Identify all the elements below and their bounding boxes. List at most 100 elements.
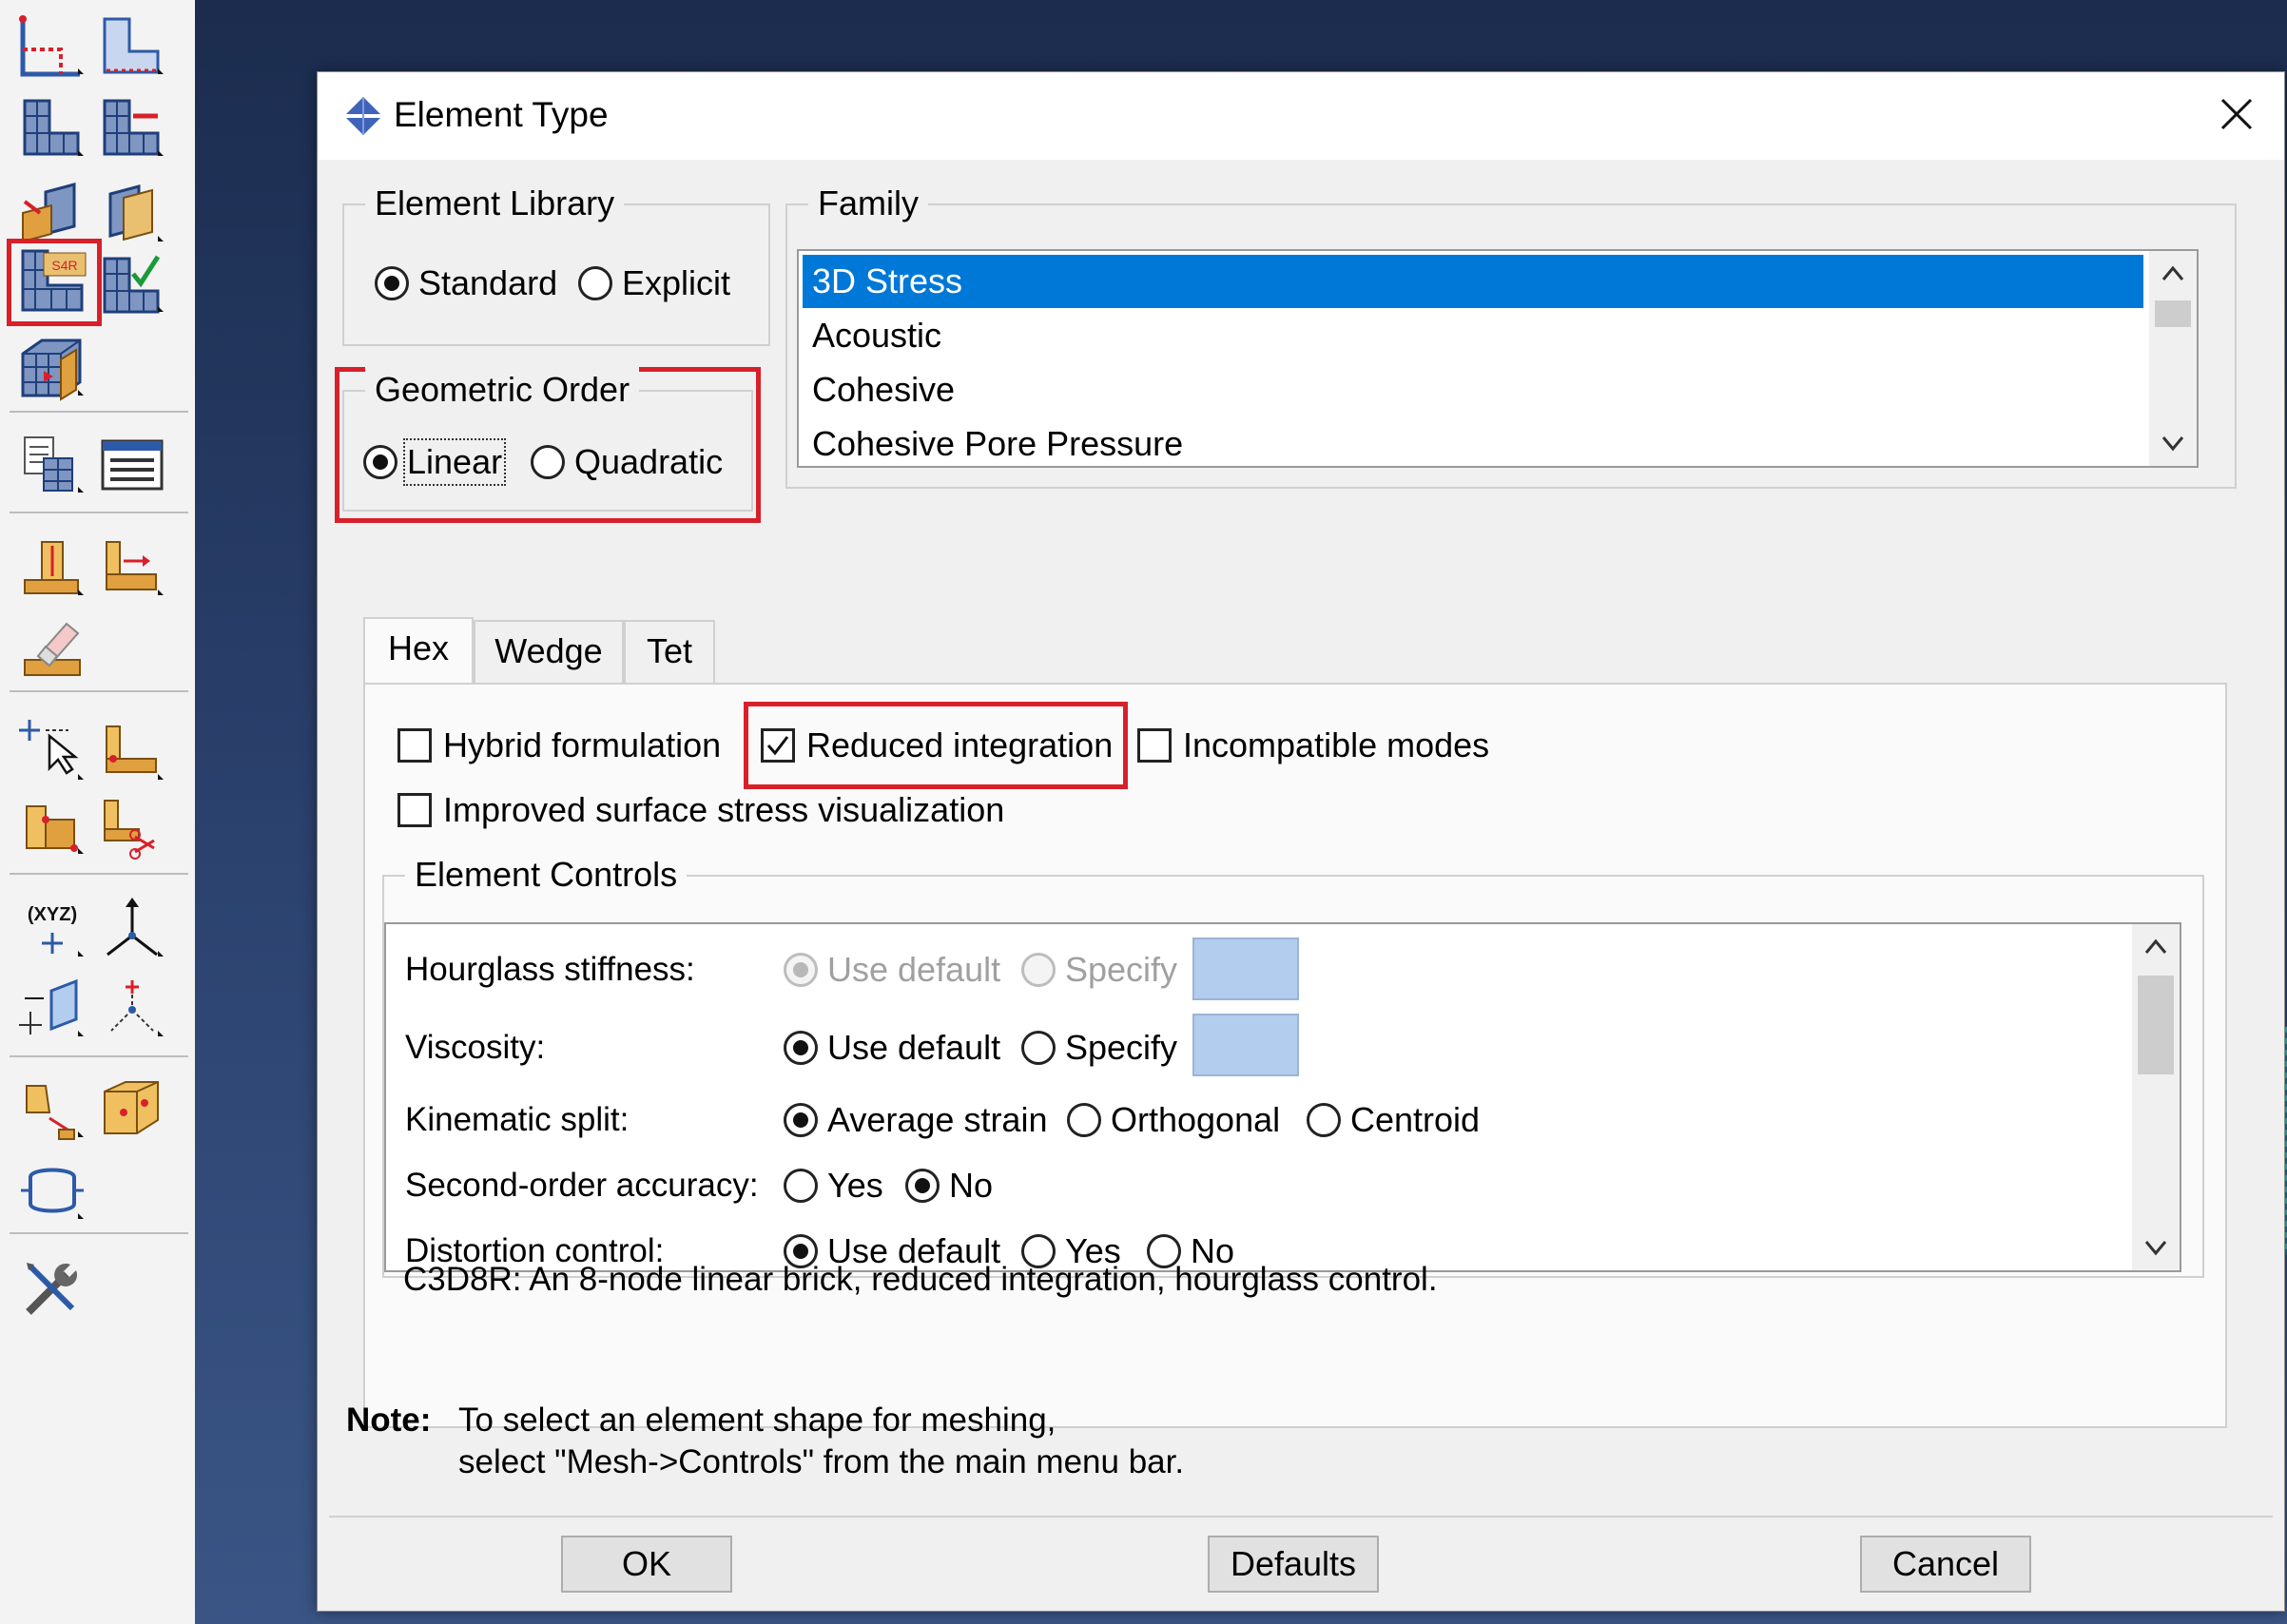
viscosity-label: Viscosity: (405, 1029, 546, 1066)
geometric-order-group: Geometric Order Linear Quadratic (342, 367, 753, 512)
checkmark-icon (766, 736, 789, 756)
toolbox-separator (10, 1055, 188, 1057)
kinematic-average-strain-radio[interactable]: Average strain (784, 1097, 1047, 1143)
order-linear-radio[interactable]: Linear (363, 438, 507, 486)
order-quadratic-radio[interactable]: Quadratic (531, 439, 723, 485)
tools-icon[interactable] (17, 1253, 87, 1324)
scroll-thumb[interactable] (2155, 300, 2191, 327)
element-description: C3D8R: An 8-node linear brick, reduced i… (403, 1261, 1438, 1298)
close-icon (2220, 98, 2253, 130)
scroll-down-button[interactable] (2149, 422, 2197, 466)
create-bottom-up-mesh-icon[interactable] (17, 532, 87, 603)
xyz-label: (XYZ) (28, 904, 77, 925)
mesh-region-icon[interactable] (97, 93, 167, 164)
toolbox-separator (10, 1232, 188, 1234)
hourglass-use-default-radio: Use default (784, 947, 1000, 993)
family-item-cohesive[interactable]: Cohesive (803, 363, 2143, 416)
family-item-3d-stress[interactable]: 3D Stress (803, 255, 2143, 308)
partition-cell-icon[interactable] (97, 179, 167, 249)
scroll-up-button[interactable] (2149, 251, 2197, 295)
create-datum-plane-icon[interactable] (17, 974, 87, 1044)
split-element-icon[interactable] (97, 791, 167, 861)
scroll-down-button[interactable] (2132, 1227, 2180, 1270)
family-list[interactable]: 3D Stress Acoustic Cohesive Cohesive Por… (797, 249, 2199, 468)
associate-mesh-icon[interactable] (97, 532, 167, 603)
family-group: Family 3D Stress Acoustic Cohesive Cohes… (785, 181, 2237, 489)
verify-mesh-icon[interactable] (97, 249, 167, 319)
chevron-up-icon (2144, 938, 2167, 954)
second-order-no-radio[interactable]: No (905, 1163, 993, 1208)
reduced-integration-checkbox[interactable]: Reduced integration (761, 723, 1113, 768)
scroll-thumb[interactable] (2138, 976, 2174, 1074)
chevron-up-icon (2161, 265, 2184, 280)
geometric-order-title: Geometric Order (365, 367, 640, 413)
library-standard-radio[interactable]: Standard (375, 261, 557, 306)
note-label: Note: (346, 1402, 432, 1439)
library-explicit-radio[interactable]: Explicit (578, 261, 730, 306)
footer-divider (329, 1516, 2273, 1518)
hourglass-specify-radio: Specify (1021, 947, 1177, 993)
incompatible-modes-checkbox[interactable]: Incompatible modes (1137, 723, 1489, 768)
close-button[interactable] (2189, 72, 2284, 160)
kinematic-split-label: Kinematic split: (405, 1101, 630, 1138)
assign-mesh-controls-icon[interactable] (17, 333, 87, 403)
seed-edge-icon[interactable] (97, 11, 167, 82)
family-item-acoustic[interactable]: Acoustic (803, 309, 2143, 362)
viscosity-value-field[interactable] (1192, 1014, 1299, 1076)
element-controls-list[interactable]: Hourglass stiffness: Use default Specify… (384, 922, 2181, 1272)
chevron-down-icon (2161, 436, 2184, 452)
create-surface-icon[interactable] (17, 1156, 87, 1227)
hourglass-stiffness-label: Hourglass stiffness: (405, 951, 695, 988)
scroll-up-button[interactable] (2132, 924, 2180, 968)
create-element-icon[interactable] (17, 791, 87, 861)
abaqus-app-icon (344, 97, 382, 135)
tab-wedge[interactable]: Wedge (474, 620, 624, 685)
toolbox-separator (10, 411, 188, 413)
viscosity-specify-radio[interactable]: Specify (1021, 1025, 1177, 1071)
element-list-icon[interactable] (97, 430, 167, 500)
second-order-accuracy-label: Second-order accuracy: (405, 1167, 759, 1204)
create-set-icon[interactable] (97, 1074, 167, 1145)
family-title: Family (808, 181, 928, 226)
kinematic-orthogonal-radio[interactable]: Orthogonal (1067, 1097, 1280, 1143)
edit-mesh-icon[interactable] (97, 717, 167, 787)
defaults-button[interactable]: Defaults (1208, 1536, 1379, 1593)
seed-part-icon[interactable] (17, 11, 87, 82)
create-datum-point-icon[interactable]: (XYZ) (17, 894, 87, 964)
kinematic-centroid-radio[interactable]: Centroid (1307, 1097, 1480, 1143)
family-item-cohesive-pore-pressure[interactable]: Cohesive Pore Pressure (803, 417, 2143, 466)
family-scrollbar[interactable] (2149, 251, 2197, 466)
second-order-yes-radio[interactable]: Yes (784, 1163, 883, 1208)
query-icon[interactable] (17, 430, 87, 500)
tab-hex[interactable]: Hex (363, 617, 474, 686)
improved-surface-stress-checkbox[interactable]: Improved surface stress visualization (397, 787, 1004, 833)
chevron-down-icon (2144, 1241, 2167, 1256)
toolbox-separator (10, 690, 188, 692)
assign-element-type-icon[interactable]: S4R (7, 239, 102, 326)
hourglass-value-field (1192, 938, 1299, 1000)
dialog-titlebar[interactable]: Element Type (318, 72, 2284, 160)
cancel-button[interactable]: Cancel (1860, 1536, 2031, 1593)
delete-mesh-icon[interactable] (17, 614, 87, 685)
mesh-toolbox: S4R (XYZ) (0, 0, 197, 1624)
create-datum-csys-icon[interactable] (97, 894, 167, 964)
hybrid-formulation-checkbox[interactable]: Hybrid formulation (397, 723, 721, 768)
create-display-group-icon[interactable] (17, 1074, 87, 1145)
dialog-title: Element Type (394, 95, 609, 134)
toolbox-separator (10, 873, 188, 875)
mesh-part-icon[interactable] (17, 93, 87, 164)
viscosity-use-default-radio[interactable]: Use default (784, 1025, 1000, 1071)
hex-tab-panel: Hybrid formulation Reduced integration I… (363, 683, 2227, 1428)
partition-face-icon[interactable] (17, 179, 87, 249)
note-text-line1: To select an element shape for meshing, (458, 1402, 1056, 1439)
tab-tet[interactable]: Tet (624, 620, 715, 685)
seed-label: S4R (51, 258, 77, 273)
controls-scrollbar[interactable] (2132, 924, 2180, 1270)
ok-button[interactable]: OK (561, 1536, 732, 1593)
create-datum-axis-icon[interactable] (97, 974, 167, 1044)
element-controls-title: Element Controls (405, 852, 688, 898)
toolbox-separator (10, 512, 188, 513)
element-type-dialog: Element Type Element Library Standard Ex… (317, 71, 2285, 1612)
note-text-line2: select "Mesh->Controls" from the main me… (458, 1443, 1185, 1480)
create-node-icon[interactable] (17, 717, 87, 787)
